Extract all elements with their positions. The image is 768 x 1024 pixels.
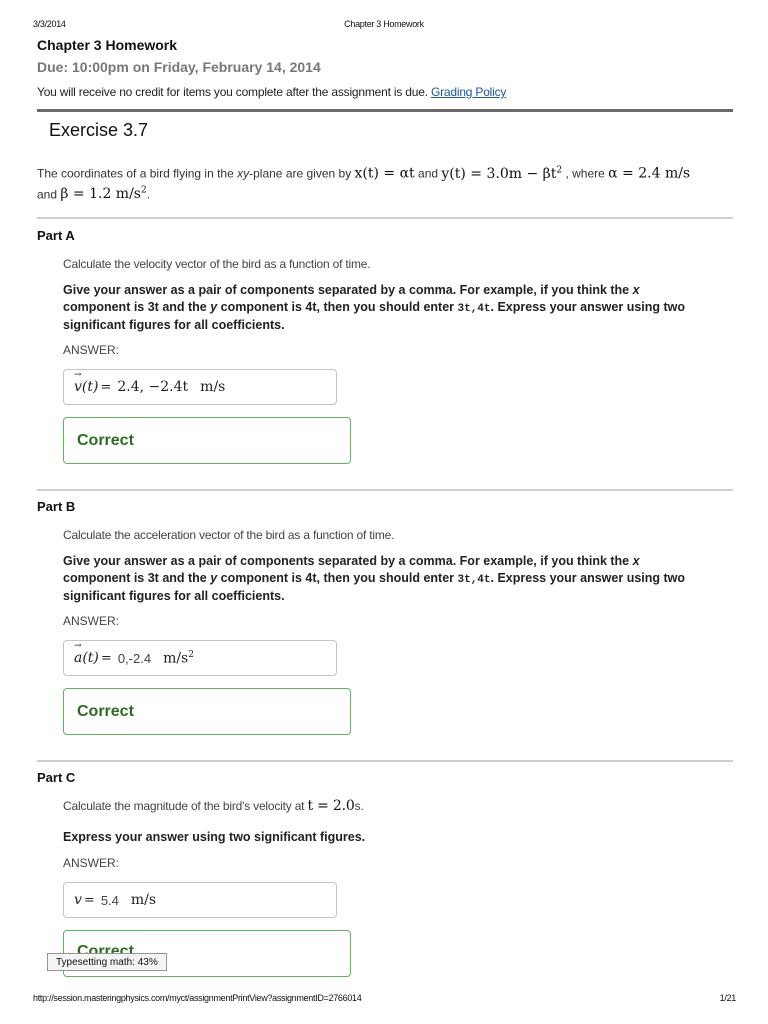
- page-number: 1/21: [719, 993, 737, 1003]
- instruction-text: component is 3t and the: [63, 299, 211, 314]
- part-c-answer-label: ANSWER:: [63, 856, 120, 870]
- late-notice: You will receive no credit for items you…: [37, 85, 506, 99]
- instruction-text: Give your answer as a pair of components…: [63, 554, 633, 568]
- beta-value: β = 1.2 m/s2: [60, 186, 146, 203]
- problem-text: , where: [562, 166, 609, 181]
- instruction-code: 3t,4t: [457, 302, 491, 315]
- part-c-question: Calculate the magnitude of the bird's ve…: [63, 798, 364, 814]
- answer-unit-exponent: 2: [188, 649, 194, 660]
- part-b-label: Part B: [37, 499, 76, 514]
- instruction-text: Give your answer as a pair of components…: [63, 283, 633, 297]
- instruction-text: component is 3t and the: [63, 570, 211, 585]
- question-math: t = 2.0: [307, 798, 355, 814]
- due-date: Due: 10:00pm on Friday, February 14, 201…: [37, 59, 321, 75]
- grading-policy-link[interactable]: Grading Policy: [431, 85, 506, 99]
- equals-sign: =: [83, 892, 95, 908]
- instruction-text: component is 4t, then you should enter: [217, 570, 458, 585]
- part-a-label: Part A: [37, 228, 75, 243]
- part-b-question: Calculate the acceleration vector of the…: [63, 528, 395, 542]
- part-a-question: Calculate the velocity vector of the bir…: [63, 257, 371, 271]
- part-b-answer-field[interactable]: a(t) = 0,-2.4 m/s2: [63, 640, 337, 676]
- part-c-label: Part C: [37, 770, 76, 785]
- header-divider: [37, 109, 733, 112]
- assignment-title: Chapter 3 Homework: [37, 37, 178, 53]
- part-a-instructions: Give your answer as a pair of components…: [63, 282, 733, 334]
- instruction-text: x: [632, 554, 640, 568]
- part-c-instructions: Express your answer using two significan…: [63, 830, 366, 844]
- answer-lhs: v(t): [74, 370, 98, 395]
- problem-text: -plane are given by: [249, 166, 355, 181]
- part-c-answer-field[interactable]: v = 5.4 m/s: [63, 882, 337, 918]
- answer-lhs: v: [74, 892, 82, 908]
- answer-unit: m/s2: [163, 650, 194, 667]
- part-a-divider: [37, 217, 733, 219]
- problem-statement: The coordinates of a bird flying in the …: [37, 162, 737, 203]
- typesetting-progress: Typesetting math: 43%: [47, 953, 167, 971]
- answer-unit: m/s: [200, 379, 226, 395]
- exercise-title: Exercise 3.7: [49, 120, 149, 140]
- instruction-code: 3t,4t: [457, 573, 491, 586]
- part-a-answer-field[interactable]: v(t) = 2.4, −2.4t m/s: [63, 369, 337, 405]
- problem-text: The coordinates of a bird flying in the: [37, 166, 238, 181]
- answer-value: 2.4, −2.4t: [117, 379, 189, 395]
- instruction-text: component is 4t, then you should enter: [217, 299, 458, 314]
- part-a-feedback: Correct: [63, 417, 351, 464]
- answer-unit: m/s: [130, 892, 157, 908]
- equals-sign: =: [100, 379, 112, 395]
- y-equation: y(t) = 3.0m − βt2: [441, 165, 562, 182]
- print-title: Chapter 3 Homework: [344, 19, 424, 29]
- part-b-feedback: Correct: [63, 688, 351, 735]
- part-b-answer-label: ANSWER:: [63, 614, 120, 628]
- late-notice-text: You will receive no credit for items you…: [37, 85, 428, 99]
- x-equation: x(t) = αt: [354, 165, 415, 182]
- problem-text: .: [146, 187, 151, 202]
- alpha-value: α = 2.4 m/s: [608, 165, 691, 182]
- beta-value-text: β = 1.2 m/s: [60, 186, 141, 203]
- footer-url: http://session.masteringphysics.com/myct…: [33, 993, 362, 1003]
- answer-unit-text: m/s: [163, 650, 189, 667]
- problem-text: xy: [237, 166, 250, 181]
- part-a-answer-label: ANSWER:: [63, 343, 120, 357]
- answer-value: 0,-2.4: [117, 650, 152, 666]
- answer-lhs: a(t): [74, 641, 99, 666]
- instruction-text: x: [632, 283, 640, 297]
- problem-text: and: [37, 187, 61, 202]
- y-equation-text: y(t) = 3.0m − βt: [441, 165, 557, 182]
- problem-text: and: [414, 166, 442, 181]
- part-b-divider: [37, 489, 733, 491]
- answer-value: 5.4: [100, 892, 119, 908]
- question-text: s.: [354, 799, 364, 813]
- equals-sign: =: [100, 650, 112, 666]
- part-c-divider: [37, 760, 733, 762]
- part-b-instructions: Give your answer as a pair of components…: [63, 553, 733, 605]
- question-text: Calculate the magnitude of the bird's ve…: [63, 799, 308, 813]
